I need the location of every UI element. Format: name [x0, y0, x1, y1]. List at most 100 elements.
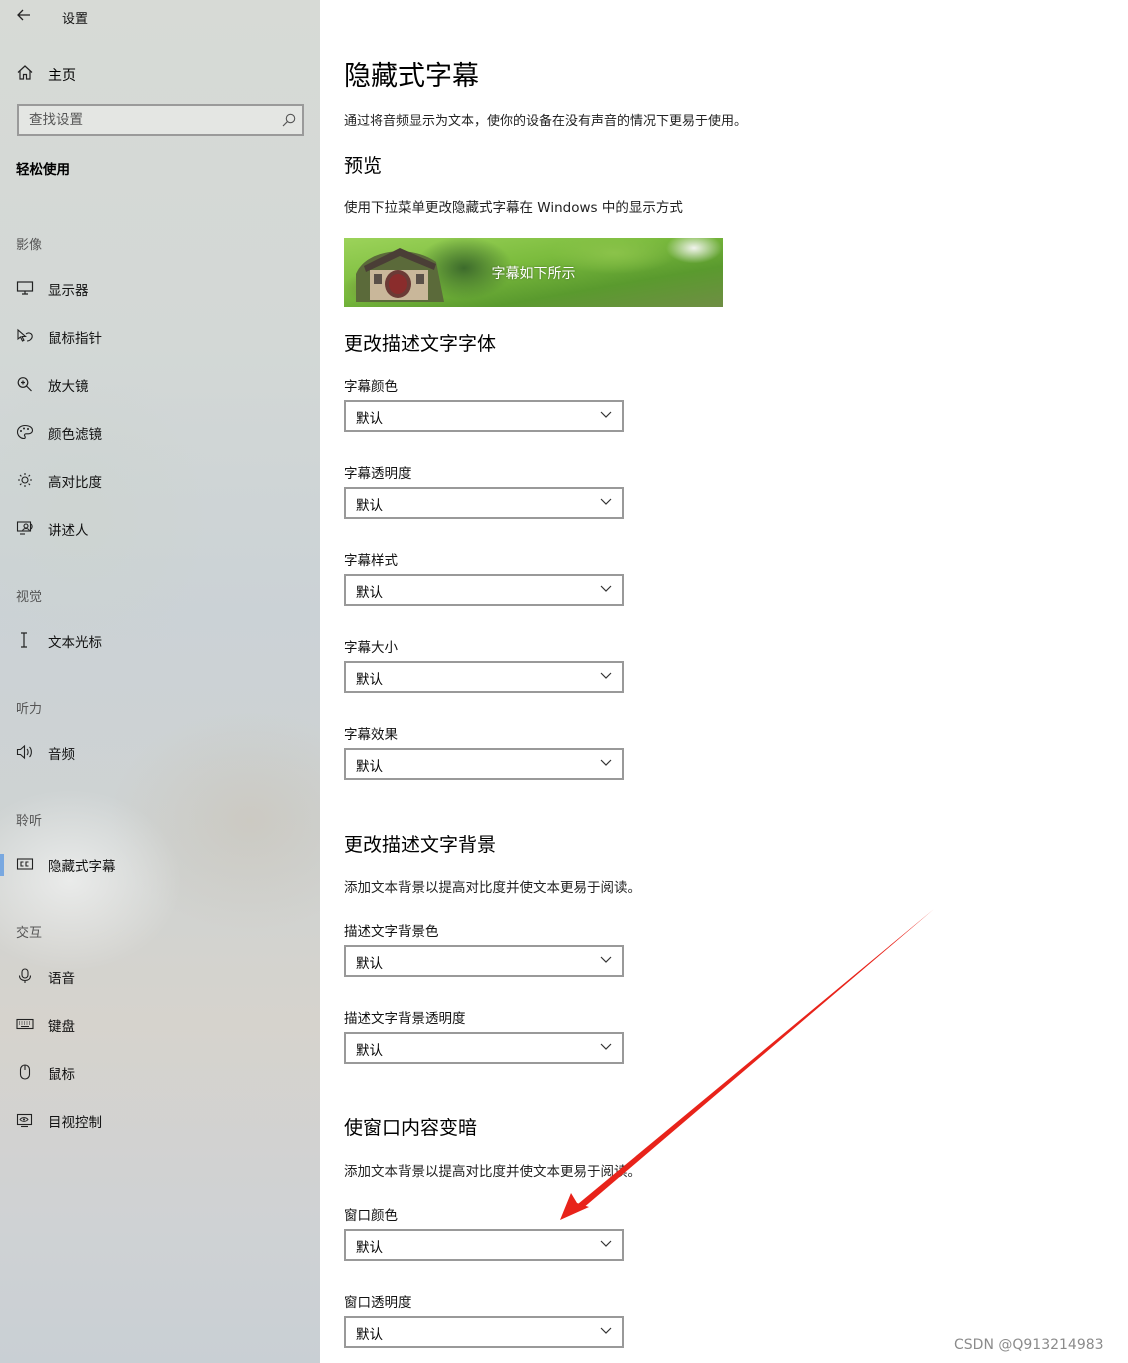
dropdown-value: 默认: [356, 585, 383, 601]
font-section-heading: 更改描述文字字体: [344, 333, 497, 355]
window-color-dropdown[interactable]: 默认: [344, 1229, 624, 1261]
window-transparency-label: 窗口透明度: [344, 1295, 412, 1311]
caption-color-dropdown[interactable]: 默认: [344, 400, 624, 432]
mouse-pointer-icon: [17, 328, 33, 342]
monitor-icon: [16, 281, 34, 295]
text-cursor-icon: [21, 632, 27, 648]
caption-style-label: 字幕样式: [344, 553, 398, 569]
sidebar-item-label: 显示器: [48, 283, 89, 299]
sidebar-item-label: 语音: [48, 971, 75, 987]
sidebar-item-label: 目视控制: [48, 1115, 102, 1131]
window-section-heading: 使窗口内容变暗: [344, 1117, 478, 1139]
back-arrow-icon: [17, 9, 30, 21]
window-section-description: 添加文本背景以提高对比度并使文本更易于阅读。: [344, 1164, 641, 1180]
sidebar-item-label: 音频: [48, 747, 75, 763]
sidebar-item-speech[interactable]: 语音: [0, 958, 320, 994]
sidebar-item-label: 鼠标: [48, 1067, 75, 1083]
dropdown-value: 默认: [356, 1240, 383, 1256]
sidebar-item-high-contrast[interactable]: 高对比度: [0, 462, 320, 498]
preview-description: 使用下拉菜单更改隐藏式字幕在 Windows 中的显示方式: [344, 200, 683, 216]
sidebar-item-label: 讲述人: [48, 523, 89, 539]
chevron-down-icon: [600, 411, 612, 418]
caption-size-label: 字幕大小: [344, 640, 398, 656]
sidebar-item-home[interactable]: 主页: [0, 58, 320, 88]
preview-caption: 字幕如下所示: [491, 266, 576, 282]
home-icon: [17, 65, 33, 80]
home-label: 主页: [48, 68, 76, 84]
background-transparency-dropdown[interactable]: 默认: [344, 1032, 624, 1064]
sidebar-item-mouse[interactable]: 鼠标: [0, 1054, 320, 1090]
group-heading-vision: 影像: [16, 238, 43, 253]
chevron-down-icon: [600, 672, 612, 679]
sidebar-item-keyboard[interactable]: 键盘: [0, 1006, 320, 1042]
caption-preview: 字幕如下所示: [344, 238, 723, 307]
group-heading-view: 视觉: [16, 590, 43, 605]
sidebar-item-narrator[interactable]: 讲述人: [0, 510, 320, 546]
background-color-label: 描述文字背景色: [344, 924, 439, 940]
speaker-icon: [16, 744, 32, 760]
dropdown-value: 默认: [356, 1043, 383, 1059]
sidebar-item-label: 隐藏式字幕: [48, 859, 116, 875]
keyboard-icon: [16, 1018, 34, 1030]
dropdown-value: 默认: [356, 411, 383, 427]
caption-size-dropdown[interactable]: 默认: [344, 661, 624, 693]
page-title: 隐藏式字幕: [344, 61, 479, 92]
dropdown-value: 默认: [356, 672, 383, 688]
sidebar-item-eye-control[interactable]: 目视控制: [0, 1102, 320, 1138]
background-color-dropdown[interactable]: 默认: [344, 945, 624, 977]
chevron-down-icon: [600, 585, 612, 592]
caption-effects-dropdown[interactable]: 默认: [344, 748, 624, 780]
sidebar-item-label: 文本光标: [48, 635, 102, 651]
background-section-description: 添加文本背景以提高对比度并使文本更易于阅读。: [344, 880, 641, 896]
sidebar-item-color-filters[interactable]: 颜色滤镜: [0, 414, 320, 450]
chevron-down-icon: [600, 1327, 612, 1334]
closed-captions-icon: [16, 858, 34, 870]
eye-control-icon: [16, 1113, 33, 1128]
sidebar-item-mouse-pointer[interactable]: 鼠标指针: [0, 318, 320, 354]
dropdown-value: 默认: [356, 759, 383, 775]
chevron-down-icon: [600, 1043, 612, 1050]
back-button[interactable]: [12, 4, 38, 28]
sidebar-item-text-cursor[interactable]: 文本光标: [0, 622, 320, 658]
preview-heading: 预览: [344, 155, 383, 177]
sidebar-item-label: 高对比度: [48, 475, 102, 491]
dropdown-value: 默认: [356, 498, 383, 514]
sidebar-item-label: 颜色滤镜: [48, 427, 102, 443]
search-icon[interactable]: [282, 113, 296, 127]
chevron-down-icon: [600, 1240, 612, 1247]
sidebar-item-magnifier[interactable]: 放大镜: [0, 366, 320, 402]
search-input[interactable]: [19, 106, 279, 134]
active-indicator: [0, 854, 4, 876]
mouse-icon: [19, 1064, 31, 1080]
background-transparency-label: 描述文字背景透明度: [344, 1011, 466, 1027]
sidebar-item-audio[interactable]: 音频: [0, 734, 320, 770]
watermark: CSDN @Q913214983: [954, 1337, 1104, 1353]
narrator-icon: [16, 521, 33, 535]
caption-transparency-dropdown[interactable]: 默认: [344, 487, 624, 519]
content-pane: 隐藏式字幕 通过将音频显示为文本，使你的设备在没有声音的情况下更易于使用。 预览…: [320, 0, 1128, 1363]
search-box[interactable]: [17, 104, 304, 136]
page-description: 通过将音频显示为文本，使你的设备在没有声音的情况下更易于使用。: [344, 114, 748, 129]
group-heading-listen: 聆听: [16, 814, 43, 829]
sidebar-item-display[interactable]: 显示器: [0, 270, 320, 306]
palette-icon: [16, 424, 34, 440]
sidebar: 设置 主页 轻松使用 影像 显示器 鼠标指针 放大: [0, 0, 320, 1363]
title-bar: 设置: [0, 0, 320, 34]
microphone-icon: [18, 968, 32, 983]
category-heading: 轻松使用: [16, 162, 70, 178]
window-color-label: 窗口颜色: [344, 1208, 398, 1224]
chevron-down-icon: [600, 498, 612, 505]
caption-color-label: 字幕颜色: [344, 379, 398, 395]
chevron-down-icon: [600, 956, 612, 963]
dropdown-value: 默认: [356, 1327, 383, 1343]
sidebar-item-label: 放大镜: [48, 379, 89, 395]
magnifier-icon: [17, 377, 32, 392]
window-transparency-dropdown[interactable]: 默认: [344, 1316, 624, 1348]
sidebar-item-closed-captions[interactable]: 隐藏式字幕: [0, 846, 320, 882]
caption-style-dropdown[interactable]: 默认: [344, 574, 624, 606]
app-title: 设置: [62, 12, 89, 27]
sun-icon: [18, 473, 32, 487]
dropdown-value: 默认: [356, 956, 383, 972]
sidebar-item-label: 鼠标指针: [48, 331, 102, 347]
group-heading-interaction: 交互: [16, 926, 43, 941]
